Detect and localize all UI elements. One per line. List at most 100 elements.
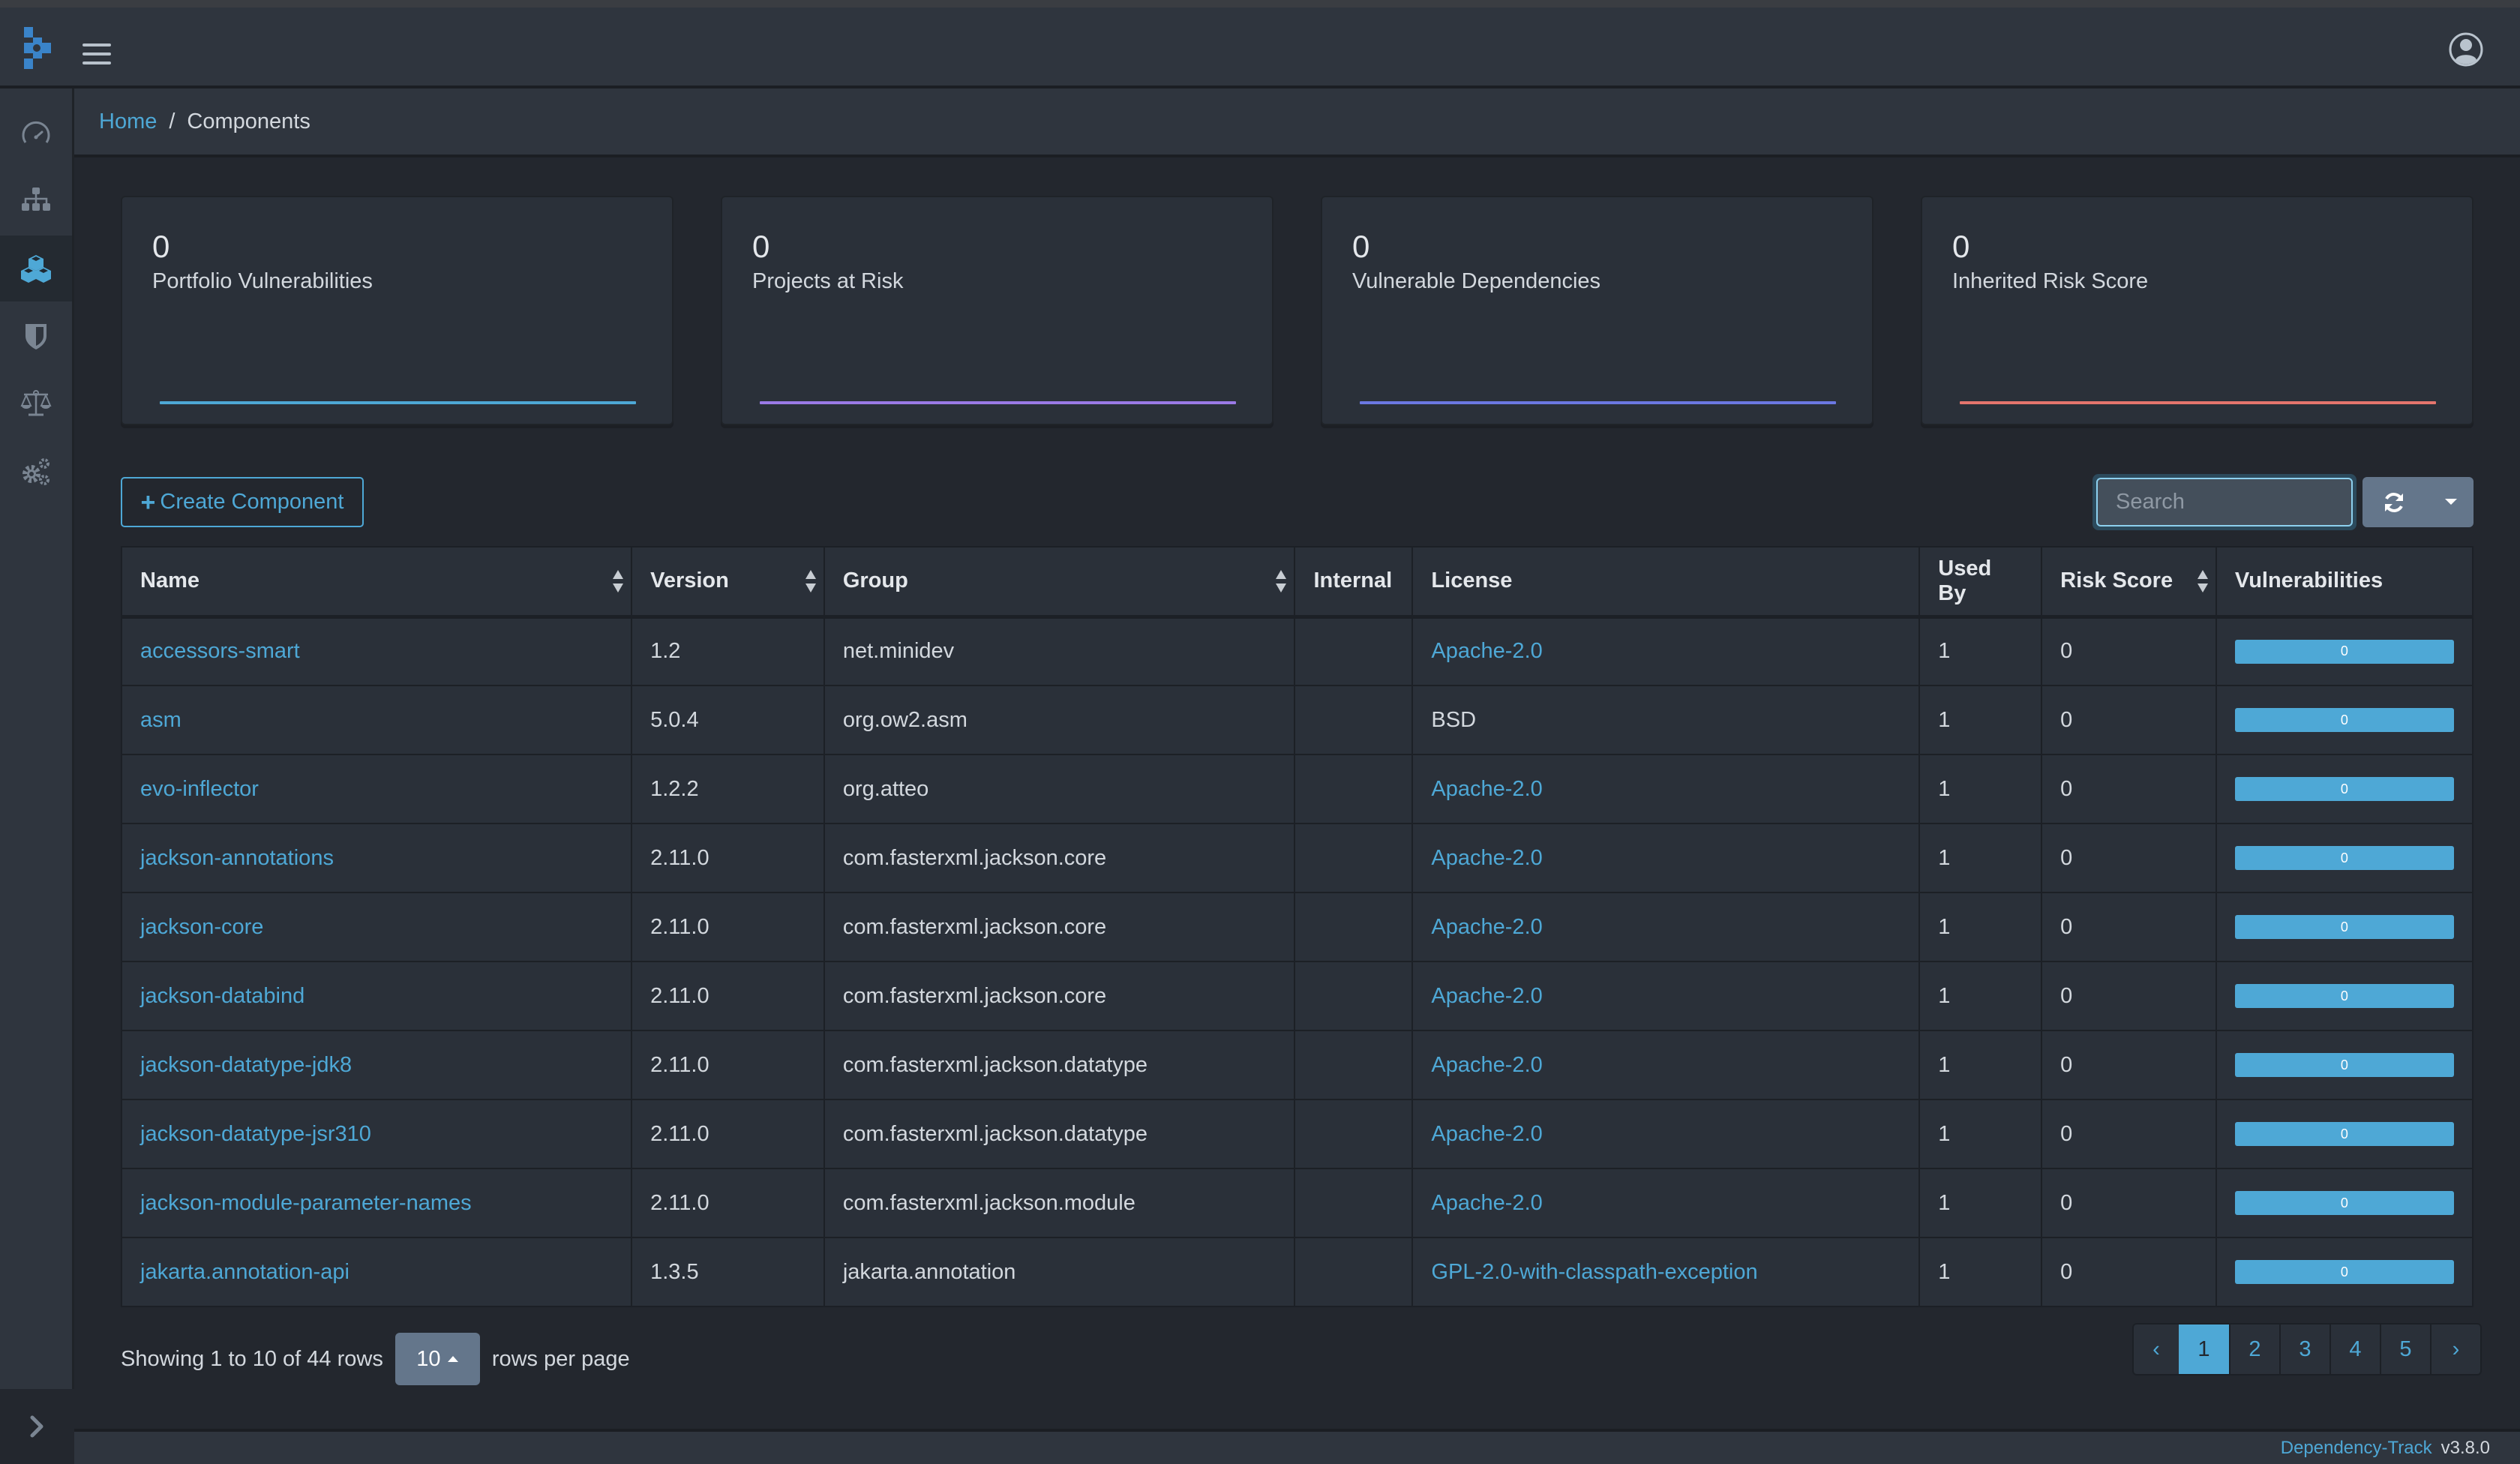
cell-group: com.fasterxml.jackson.core [823, 961, 1296, 1031]
cell-vulnerabilities: 0 [2215, 823, 2474, 893]
risk-score-value: 0 [2060, 707, 2073, 732]
caret-down-icon[interactable] [2445, 499, 2457, 505]
license-link[interactable]: Apache-2.0 [1431, 984, 1542, 1008]
risk-score-value: 0 [2060, 1052, 2073, 1077]
license-link[interactable]: Apache-2.0 [1431, 777, 1542, 801]
cell-version: 2.11.0 [631, 961, 825, 1031]
component-group: org.atteo [842, 776, 929, 801]
license-link[interactable]: Apache-2.0 [1431, 915, 1542, 939]
license-link[interactable]: Apache-2.0 [1431, 846, 1542, 870]
component-group: jakarta.annotation [842, 1259, 1016, 1284]
component-name-link[interactable]: jakarta.annotation-api [140, 1260, 350, 1284]
component-group: org.ow2.asm [842, 707, 968, 732]
license-link[interactable]: Apache-2.0 [1431, 1122, 1542, 1146]
column-header-risk-score[interactable]: Risk Score [2041, 546, 2217, 619]
column-header-group[interactable]: Group [823, 546, 1296, 619]
cell-risk-score: 0 [2041, 823, 2217, 893]
sort-icon[interactable] [805, 569, 816, 592]
license-link[interactable]: Apache-2.0 [1431, 639, 1542, 663]
cell-used-by: 1 [1918, 892, 2043, 962]
search-input[interactable] [2096, 478, 2353, 526]
sidebar-toggle-button[interactable] [0, 1389, 74, 1464]
component-version: 2.11.0 [650, 845, 710, 870]
component-name-link[interactable]: accessors-smart [140, 639, 300, 663]
vulnerabilities-bar: 0 [2234, 1053, 2454, 1077]
column-header-name[interactable]: Name [120, 546, 633, 619]
refresh-columns-button-group[interactable] [2362, 477, 2474, 527]
cell-version: 2.11.0 [631, 823, 825, 893]
rows-per-page-label: rows per page [491, 1346, 630, 1371]
metric-label: Vulnerable Dependencies [1352, 269, 1601, 293]
dependency-track-logo[interactable] [24, 27, 51, 69]
cell-internal [1294, 1030, 1414, 1100]
table-body: accessors-smart 1.2 net.minidev Apache-2.0 1… [120, 616, 2474, 1307]
component-name-link[interactable]: jackson-module-parameter-names [140, 1191, 472, 1215]
sidebar-item-dashboard[interactable] [0, 100, 72, 166]
sort-icon[interactable] [2197, 569, 2208, 592]
rows-per-page-dropdown[interactable]: 10 [394, 1333, 480, 1385]
sidebar-item-licenses[interactable] [0, 370, 72, 436]
cell-name: jackson-databind [120, 961, 633, 1031]
cell-vulnerabilities: 0 [2215, 685, 2474, 755]
table-row: jackson-databind 2.11.0 com.fasterxml.jack… [120, 961, 2474, 1031]
risk-score-value: 0 [2060, 845, 2073, 870]
component-name-link[interactable]: jackson-datatype-jdk8 [140, 1053, 352, 1077]
risk-score-value: 0 [2060, 1121, 2073, 1146]
sidebar-item-administration[interactable] [0, 438, 72, 504]
user-circle-icon[interactable] [2448, 32, 2484, 68]
component-group: com.fasterxml.jackson.module [842, 1190, 1136, 1215]
vulnerabilities-bar: 0 [2234, 984, 2454, 1008]
hamburger-icon[interactable] [82, 44, 111, 66]
component-name-link[interactable]: jackson-core [140, 915, 263, 939]
window-top-strip [0, 0, 2520, 8]
pagination: ‹ 1 2 3 4 5 › [2132, 1323, 2482, 1376]
component-group: net.minidev [842, 639, 955, 664]
cell-internal [1294, 1237, 1414, 1307]
metric-value: 0 [752, 229, 770, 264]
license-link[interactable]: GPL-2.0-with-classpath-exception [1431, 1260, 1757, 1284]
prev-page-button[interactable]: ‹ [2134, 1324, 2179, 1374]
component-version: 2.11.0 [650, 1052, 710, 1077]
table-row: jakarta.annotation-api 1.3.5 jakarta.annot… [120, 1237, 2474, 1307]
cell-version: 1.2 [631, 616, 825, 686]
component-name-link[interactable]: evo-inflector [140, 777, 259, 801]
page-5-button[interactable]: 5 [2380, 1324, 2430, 1374]
plus-icon: + [140, 488, 156, 517]
page-3-button[interactable]: 3 [2279, 1324, 2330, 1374]
cell-vulnerabilities: 0 [2215, 1099, 2474, 1169]
component-name-link[interactable]: jackson-annotations [140, 846, 334, 870]
refresh-icon[interactable] [2382, 490, 2406, 514]
sidebar-item-projects[interactable] [0, 168, 72, 234]
metric-card-inherited-risk-score: 0 Inherited Risk Score [1921, 196, 2474, 425]
component-name-link[interactable]: jackson-databind [140, 984, 304, 1008]
metric-card-projects-at-risk: 0 Projects at Risk [721, 196, 1274, 425]
next-page-button[interactable]: › [2430, 1324, 2480, 1374]
vulnerabilities-bar: 0 [2234, 1260, 2454, 1284]
sort-icon[interactable] [1276, 569, 1287, 592]
vulnerabilities-bar: 0 [2234, 777, 2454, 801]
license-link[interactable]: Apache-2.0 [1431, 1053, 1542, 1077]
component-version: 1.3.5 [650, 1259, 699, 1284]
used-by-count: 1 [1938, 1190, 1951, 1215]
app-name-link[interactable]: Dependency-Track [2281, 1438, 2432, 1459]
component-name-link[interactable]: jackson-datatype-jsr310 [140, 1122, 371, 1146]
sidebar-item-components[interactable] [0, 236, 72, 302]
create-component-button[interactable]: + Create Component [121, 477, 364, 527]
risk-score-value: 0 [2060, 1190, 2073, 1215]
sort-icon[interactable] [613, 569, 624, 592]
cell-group: jakarta.annotation [823, 1237, 1296, 1307]
component-name-link[interactable]: asm [140, 708, 182, 732]
page-2-button[interactable]: 2 [2229, 1324, 2279, 1374]
page-4-button[interactable]: 4 [2330, 1324, 2380, 1374]
breadcrumb-home-link[interactable]: Home [99, 110, 157, 134]
pagination-info: Showing 1 to 10 of 44 rows 10 rows per p… [121, 1333, 630, 1385]
sidebar-item-vulnerabilities[interactable] [0, 303, 72, 369]
showing-text: Showing 1 to 10 of 44 rows [121, 1346, 383, 1371]
shield-icon [26, 324, 46, 350]
cell-vulnerabilities: 0 [2215, 1168, 2474, 1238]
column-header-version[interactable]: Version [631, 546, 825, 619]
vulnerabilities-bar: 0 [2234, 1122, 2454, 1146]
page-1-button[interactable]: 1 [2179, 1324, 2229, 1374]
cubes-icon [21, 255, 51, 283]
license-link[interactable]: Apache-2.0 [1431, 1191, 1542, 1215]
